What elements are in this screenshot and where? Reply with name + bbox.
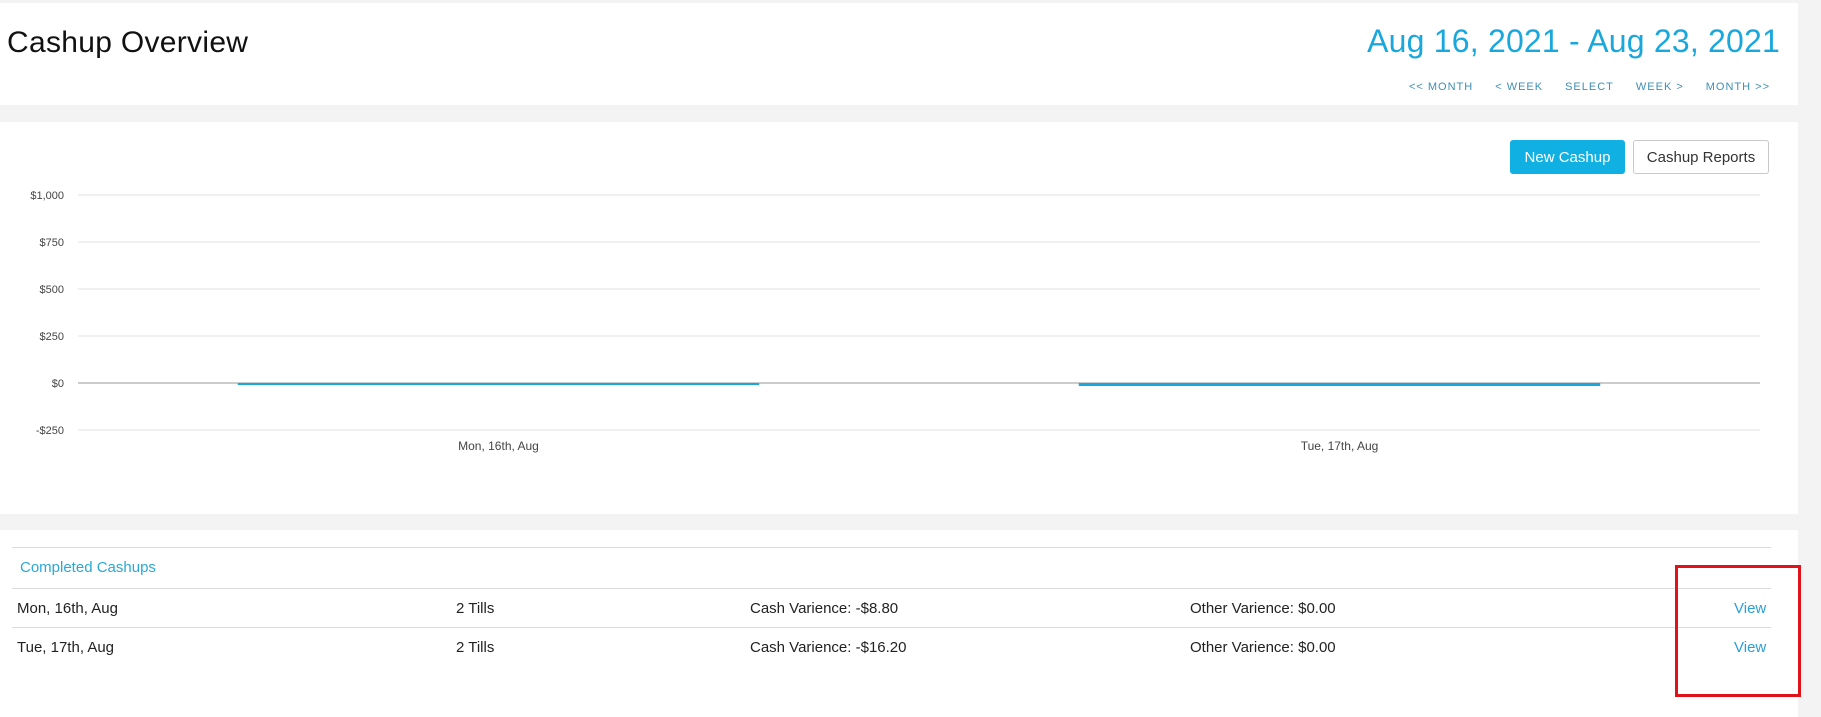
x-tick-label: Mon, 16th, Aug — [458, 439, 539, 453]
highlight-annotation — [1675, 565, 1801, 697]
date-range: Aug 16, 2021 - Aug 23, 2021 — [1367, 23, 1780, 59]
row-other-variance: Other Varience: $0.00 — [1190, 639, 1336, 656]
prev-month-link[interactable]: << MONTH — [1409, 81, 1473, 93]
completed-cashups-panel: Completed Cashups Mon, 16th, Aug 2 Tills… — [0, 530, 1798, 717]
prev-week-link[interactable]: < WEEK — [1495, 81, 1543, 93]
y-tick-label: $500 — [40, 284, 64, 296]
select-date-link[interactable]: SELECT — [1565, 81, 1614, 93]
chart-panel: -$250 $0 $250 $500 $750 $1,000 Mon, 16th, Aug T… — [0, 122, 1798, 514]
header-panel: Cashup Overview Aug 16, 2021 - Aug 23, 2… — [0, 3, 1798, 105]
page-title: Cashup Overview — [7, 26, 249, 59]
x-tick-label: Tue, 17th, Aug — [1301, 439, 1379, 453]
new-cashup-button[interactable]: New Cashup — [1510, 140, 1625, 174]
y-tick-label: $250 — [40, 331, 64, 343]
chart-bar — [1078, 383, 1601, 387]
date-navigation: << MONTH < WEEK SELECT WEEK > MONTH >> — [1409, 81, 1770, 93]
divider — [12, 547, 1771, 548]
chart-bar — [237, 383, 760, 385]
next-week-link[interactable]: WEEK > — [1636, 81, 1684, 93]
y-tick-label: -$250 — [36, 425, 64, 437]
row-cash-variance: Cash Varience: -$8.80 — [750, 600, 899, 617]
row-date: Mon, 16th, Aug — [17, 600, 118, 617]
y-tick-label: $750 — [40, 237, 64, 249]
cashup-chart: -$250 $0 $250 $500 $750 $1,000 Mon, 16th, Aug T… — [30, 190, 1760, 453]
row-date: Tue, 17th, Aug — [17, 639, 115, 656]
row-cash-variance: Cash Varience: -$16.20 — [750, 639, 907, 656]
row-tills: 2 Tills — [456, 600, 495, 617]
table-row: Mon, 16th, Aug 2 Tills Cash Varience: -$… — [0, 589, 1798, 627]
y-tick-label: $0 — [52, 378, 64, 390]
row-other-variance: Other Varience: $0.00 — [1190, 600, 1336, 617]
row-tills: 2 Tills — [456, 639, 495, 656]
y-tick-label: $1,000 — [30, 190, 64, 202]
next-month-link[interactable]: MONTH >> — [1706, 81, 1770, 93]
completed-cashups-heading: Completed Cashups — [20, 559, 156, 576]
table-row: Tue, 17th, Aug 2 Tills Cash Varience: -$… — [0, 628, 1798, 666]
cashup-reports-button[interactable]: Cashup Reports — [1633, 140, 1769, 174]
